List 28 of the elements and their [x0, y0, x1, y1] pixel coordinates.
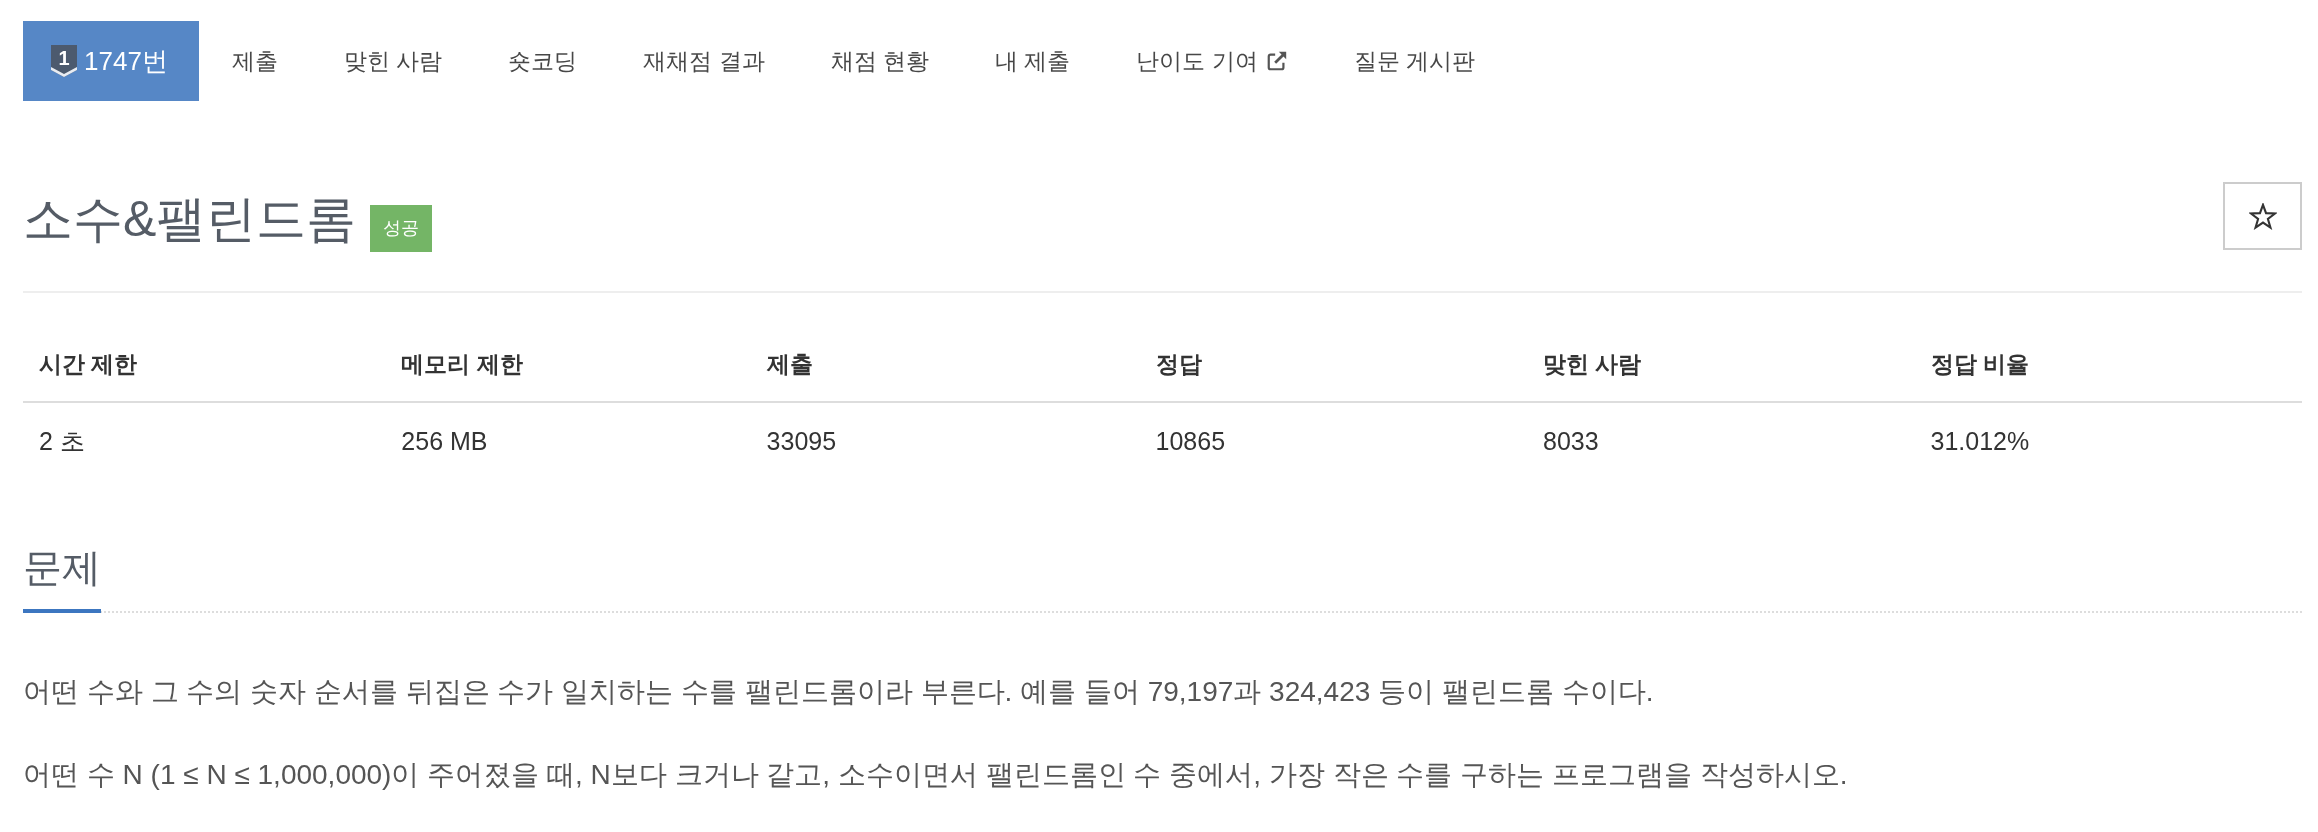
nav-tab[interactable]: 채점 현황 [797, 21, 962, 101]
nav-tab[interactable]: 질문 게시판 [1320, 21, 1509, 101]
nav-tab[interactable]: 내 제출 [962, 21, 1104, 101]
column-header: 정답 비율 [1929, 349, 2030, 379]
nav-tab[interactable]: 1 1747번 [23, 21, 199, 101]
status-label: 성공 [370, 204, 433, 252]
problem-title: 소수&팰린드롬 [23, 191, 357, 247]
nav-tab[interactable]: 숏코딩 [475, 21, 611, 101]
problem-paragraph: 어떤 수 N (1 ≤ N ≤ 1,000,000)이 주어졌을 때, N보다 크거나 같고, 소수이면서 팰린드롬인 수 중에서, 가장 작은 수를 구하는 프로그램을 작성하시오. [23, 758, 1849, 792]
table-cell-text: 31.012% [1929, 426, 2031, 456]
star-button[interactable] [2223, 182, 2302, 250]
problem-paragraph: 어떤 수와 그 수의 숫자 순서를 뒤집은 수가 일치하는 수를 팰린드롬이라 부른다. 예를 들어 79,197과 324,423 등이 팰린드롬 수이다. [23, 675, 1655, 709]
column-header: 맞힌 사람 [1542, 349, 1643, 379]
column-header: 메모리 제한 [400, 349, 524, 379]
nav-tab[interactable]: 맞힌 사람 [310, 21, 476, 101]
nav-tab[interactable]: 재채점 결과 [610, 21, 798, 101]
number-badge: 1 [51, 45, 77, 77]
table-cell-text: 33095 [765, 426, 838, 456]
column-header: 정답 [1154, 349, 1203, 379]
table-cell-text: 2 초 [38, 425, 86, 457]
section-heading: 문제 [23, 546, 101, 613]
column-header: 제출 [765, 349, 814, 379]
table-cell-text: 256 MB [400, 426, 489, 456]
nav-tab[interactable]: 제출 [198, 21, 311, 101]
nav-tab[interactable]: 난이도 기여 [1103, 21, 1321, 101]
table-cell-text: 10865 [1154, 426, 1227, 456]
table-cell-text: 8033 [1542, 426, 1600, 456]
column-header: 시간 제한 [38, 349, 139, 379]
